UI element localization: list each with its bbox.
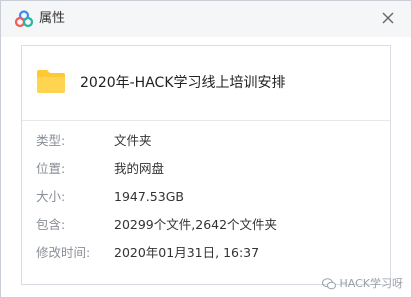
property-size: 大小: 1947.53GB [36, 187, 376, 207]
baidu-netdisk-cloud-icon [15, 10, 33, 28]
property-type: 类型: 文件夹 [36, 131, 376, 151]
property-value: 2020年01月31日, 16:37 [114, 245, 260, 260]
dialog-title: 属性 [39, 11, 66, 26]
title-bar: 属性 [1, 1, 411, 37]
property-value: 我的网盘 [114, 161, 165, 176]
property-value: 文件夹 [114, 133, 152, 148]
divider [22, 120, 390, 121]
property-label: 位置: [36, 161, 66, 176]
property-modified-time: 修改时间: 2020年01月31日, 16:37 [36, 243, 376, 263]
folder-icon [37, 70, 65, 93]
file-name: 2020年-HACK学习线上培训安排 [80, 75, 286, 91]
properties-panel: 2020年-HACK学习线上培训安排 类型: 文件夹 位置: 我的网盘 大小: … [21, 45, 391, 285]
property-label: 类型: [36, 133, 66, 148]
watermark-text: HACK学习呀 [339, 277, 404, 290]
file-header: 2020年-HACK学习线上培训安排 [22, 46, 390, 120]
property-value: 20299个文件,2642个文件夹 [114, 217, 278, 232]
property-label: 包含: [36, 217, 66, 232]
close-button[interactable] [377, 7, 399, 29]
properties-dialog: 属性 2020年-HACK学习线上培训安排 类型: 文件夹 位置: 我的网盘 大… [0, 0, 412, 298]
property-value: 1947.53GB [114, 189, 184, 204]
property-label: 大小: [36, 189, 66, 204]
wechat-icon [321, 278, 336, 290]
watermark: HACK学习呀 [321, 277, 404, 291]
property-label: 修改时间: [36, 245, 91, 260]
property-contains: 包含: 20299个文件,2642个文件夹 [36, 215, 376, 235]
property-location: 位置: 我的网盘 [36, 159, 376, 179]
close-icon[interactable] [382, 12, 394, 24]
